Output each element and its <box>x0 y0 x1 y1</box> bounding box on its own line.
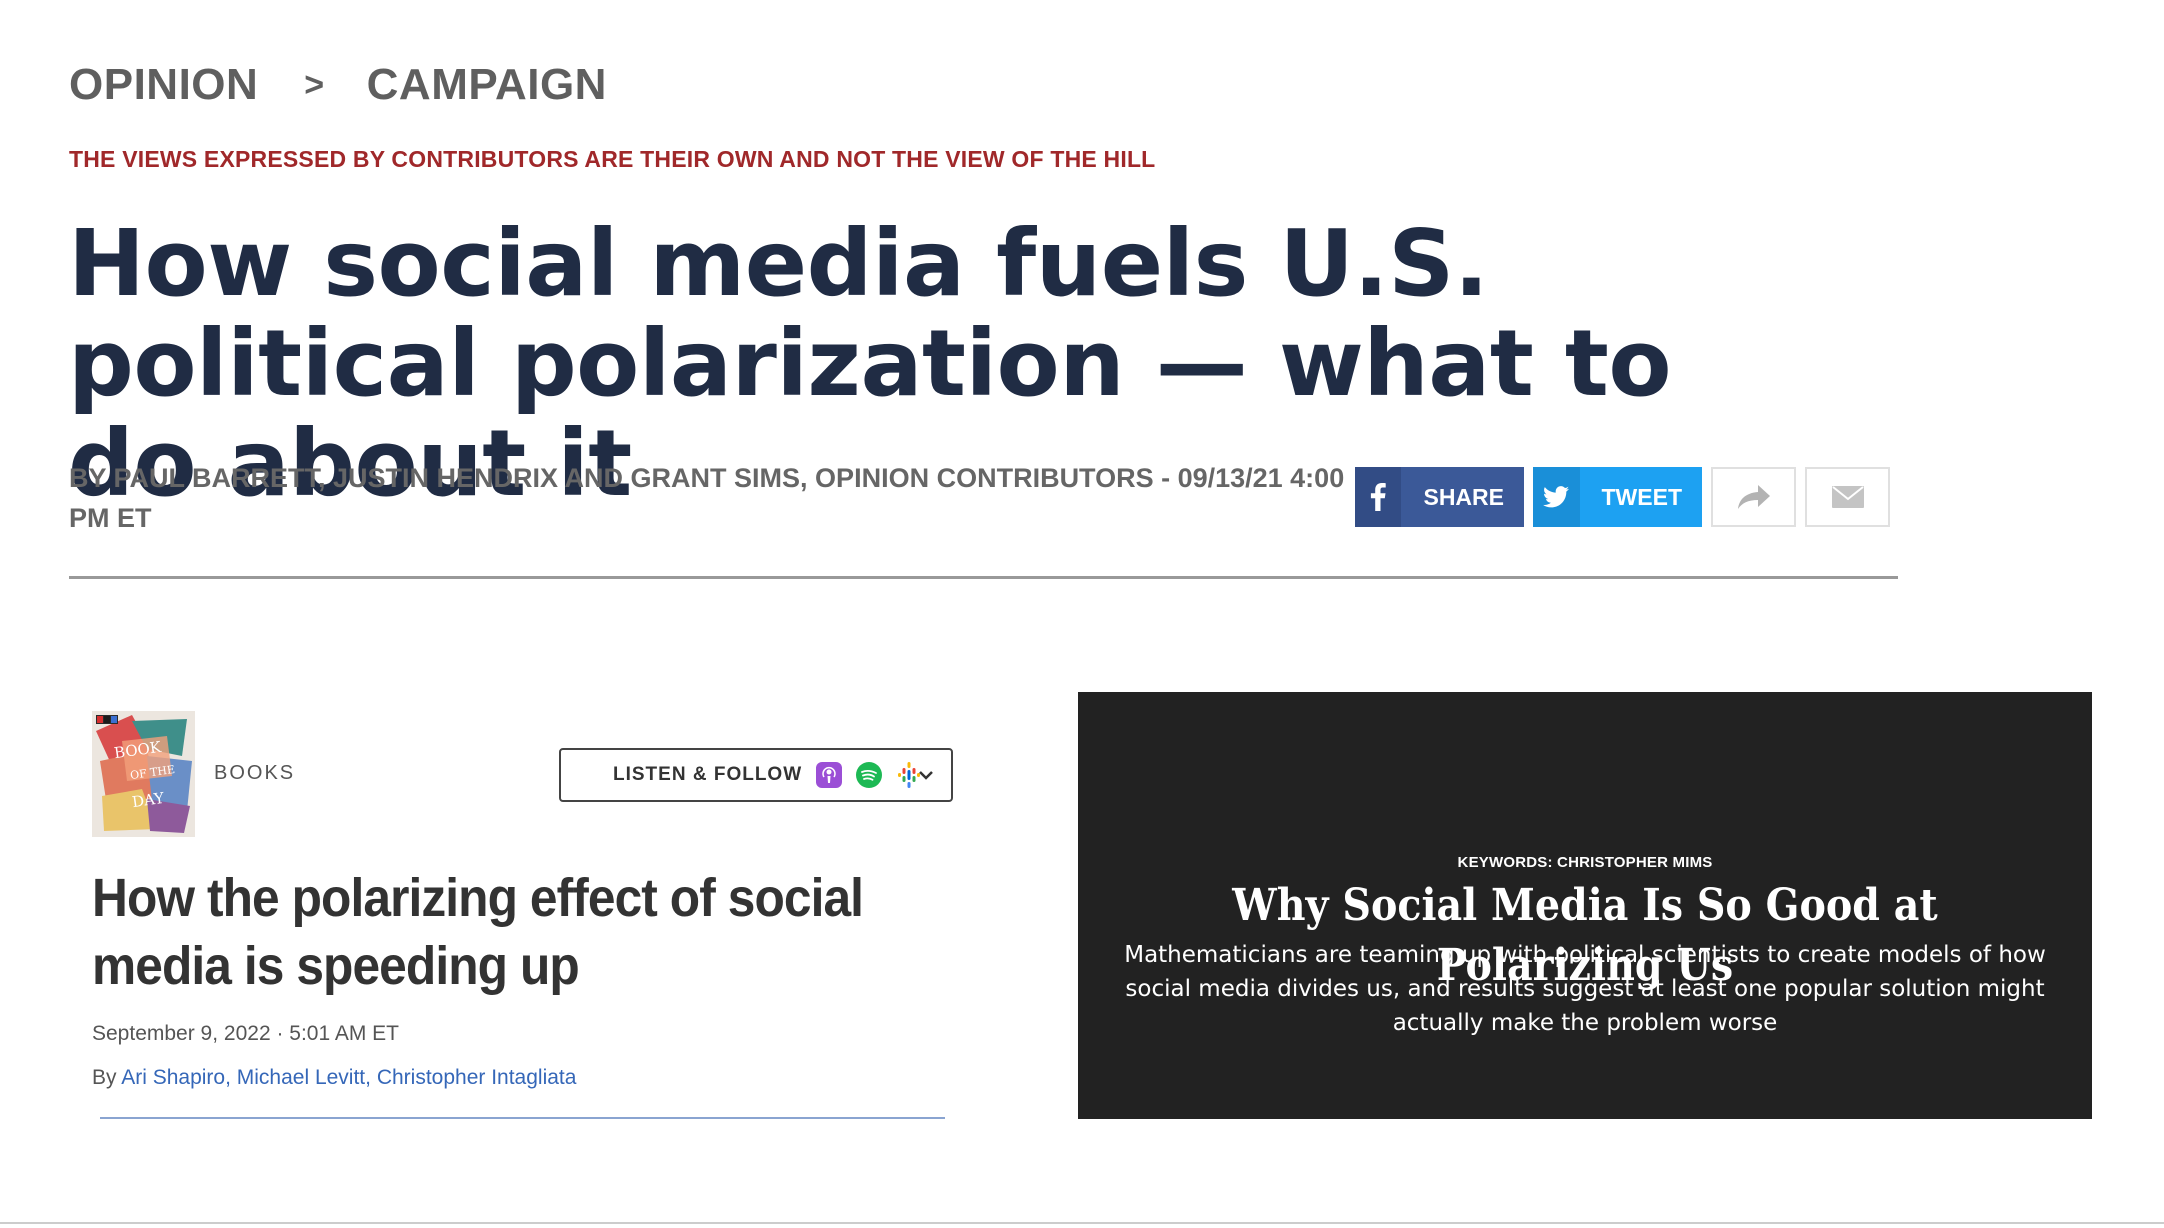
bottom-divider <box>0 1222 2164 1224</box>
listen-follow-dropdown[interactable]: LISTEN & FOLLOW <box>559 748 953 802</box>
book-of-the-day-cover: BOOK OF THE DAY <box>92 711 195 837</box>
twitter-tweet-label: TWEET <box>1601 483 1683 510</box>
byline-prefix: By <box>92 1066 117 1089</box>
npr-authors-link[interactable]: Ari Shapiro, Michael Levitt, Christopher… <box>121 1066 576 1089</box>
facebook-icon <box>1355 467 1402 527</box>
apple-podcasts-icon[interactable] <box>816 762 843 788</box>
share-arrow-icon <box>1737 485 1770 509</box>
npr-story-date: September 9, 2022 · 5:01 AM ET <box>92 1022 400 1045</box>
facebook-share-label: SHARE <box>1423 483 1504 510</box>
contributor-disclaimer: THE VIEWS EXPRESSED BY CONTRIBUTORS ARE … <box>69 146 1156 172</box>
facebook-share-button[interactable]: SHARE <box>1355 467 1524 527</box>
npr-story-byline: By Ari Shapiro, Michael Levitt, Christop… <box>92 1066 576 1090</box>
listen-follow-label: LISTEN & FOLLOW <box>613 764 803 785</box>
breadcrumb-separator: > <box>304 65 325 104</box>
section-label-books[interactable]: BOOKS <box>214 762 295 785</box>
wsj-article-card[interactable]: KEYWORDS: CHRISTOPHER MIMS Why Social Me… <box>1078 692 2092 1119</box>
npr-story-title[interactable]: How the polarizing effect of social medi… <box>92 864 920 1000</box>
chevron-down-icon <box>915 764 937 786</box>
breadcrumb-opinion-link[interactable]: OPINION <box>69 60 258 110</box>
wsj-keywords: KEYWORDS: CHRISTOPHER MIMS <box>1457 854 1713 871</box>
forward-share-button[interactable] <box>1711 467 1796 527</box>
spotify-icon[interactable] <box>856 762 883 788</box>
twitter-tweet-button[interactable]: TWEET <box>1533 467 1702 527</box>
article-byline: BY PAUL BARRETT, JUSTIN HENDRIX AND GRAN… <box>69 463 1345 533</box>
twitter-icon <box>1533 467 1580 527</box>
envelope-icon <box>1831 486 1864 508</box>
npr-divider <box>100 1117 945 1119</box>
article-divider <box>69 576 1898 579</box>
wsj-article-description: Mathematicians are teaming up with polit… <box>1124 942 2046 1036</box>
breadcrumb-campaign-link[interactable]: CAMPAIGN <box>367 60 607 110</box>
email-share-button[interactable] <box>1805 467 1890 527</box>
breadcrumb: OPINION > CAMPAIGN <box>69 60 607 110</box>
share-bar: SHARE TWEET <box>1355 467 1890 527</box>
